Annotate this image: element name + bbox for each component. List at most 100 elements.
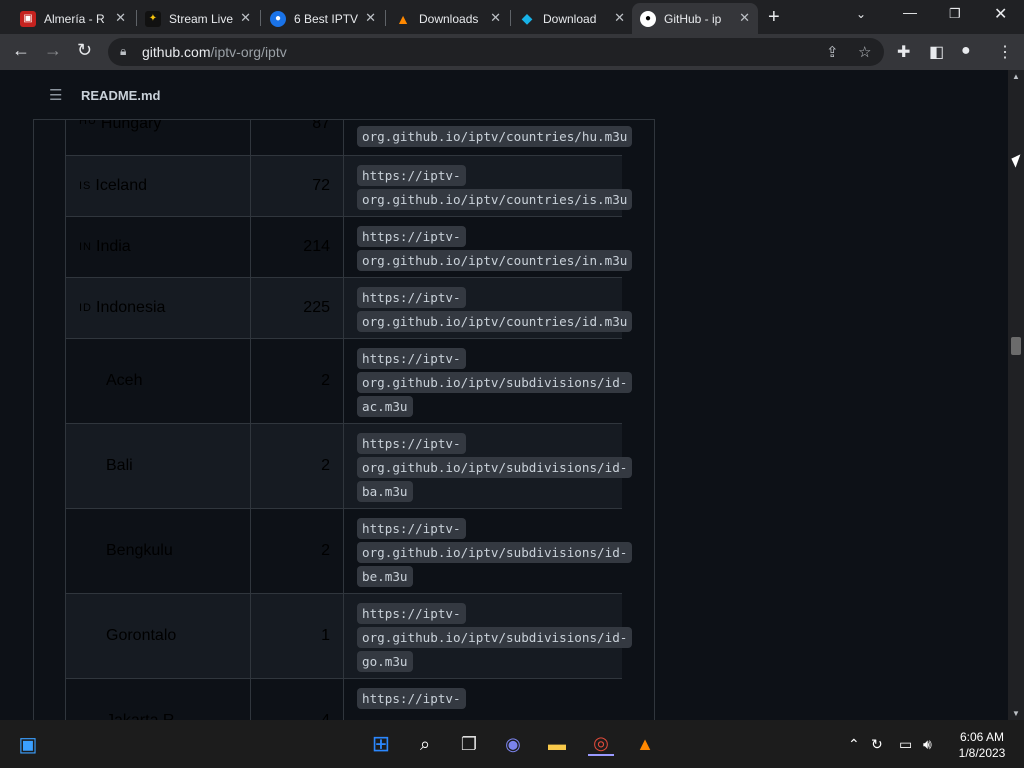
playlist-cell: https://iptv-org.github.io/iptv/countrie…: [344, 156, 633, 216]
playlist-link-part[interactable]: https://iptv-: [357, 433, 466, 454]
count-text: 225: [303, 299, 330, 316]
clock-date: 1/8/2023: [958, 746, 1006, 760]
flag-is: IS: [79, 180, 92, 192]
scroll-down-icon[interactable]: ▼: [1012, 709, 1020, 718]
tab-download-kodi[interactable]: ◆ Download ✕: [511, 3, 633, 34]
forward-icon[interactable]: →: [44, 40, 62, 61]
playlist-link-part[interactable]: https://iptv-: [357, 165, 466, 186]
playlist-link-part[interactable]: https://iptv-: [357, 518, 466, 539]
tab-github[interactable]: ● GitHub - ip ✕: [632, 3, 758, 34]
playlist-link[interactable]: org.github.io/iptv/countries/in.m3u: [357, 250, 633, 271]
bookmark-star-icon[interactable]: ☆: [858, 43, 871, 61]
github-icon: ●: [640, 10, 656, 27]
page-viewport: HU Hungary 87 org.github.io/iptv/countrie…: [0, 70, 1008, 720]
playlist-link[interactable]: org.github.io/iptv/countries/is.m3u: [357, 189, 633, 210]
close-icon[interactable]: ✕: [490, 10, 501, 26]
table-row: Gorontalo 1 https://iptv-org.github.io/i…: [65, 594, 633, 679]
subdivision-name: Bali: [106, 457, 133, 474]
country-cell: HU Hungary: [66, 115, 251, 155]
teams-chat-icon[interactable]: ◉: [500, 732, 526, 756]
side-panel-icon[interactable]: ◧: [929, 42, 944, 62]
minimize-icon[interactable]: —: [903, 4, 917, 20]
volume-icon[interactable]: 🔊︎: [923, 736, 932, 753]
windows-taskbar: ▣ ⊞ ⌕ ❐ ◉ ▬ ◎ ▲ ⌃ ↻ ▭ 🔊︎ 6:06 AM 1/8/202…: [0, 720, 1024, 768]
playlist-link-part[interactable]: org.github.io/iptv/subdivisions/id-: [357, 627, 633, 648]
globe-icon: ●: [270, 10, 286, 27]
taskbar-clock[interactable]: 6:06 AM 1/8/2023: [952, 729, 1012, 761]
close-icon[interactable]: ✕: [614, 10, 625, 26]
playlist-link[interactable]: ac.m3u: [357, 396, 413, 417]
subdivision-name: Aceh: [106, 372, 143, 389]
count-text: 2: [321, 542, 330, 559]
close-icon[interactable]: ✕: [115, 10, 126, 26]
tab-downloads[interactable]: ▲ Downloads ✕: [387, 3, 509, 34]
tab-best-iptv[interactable]: ● 6 Best IPTV ✕: [262, 3, 384, 34]
close-icon[interactable]: ✕: [365, 10, 376, 26]
table-row: IN India 214 https://iptv-org.github.io/i…: [65, 217, 633, 278]
tab-almeria[interactable]: ▣ Almería - R ✕: [12, 3, 134, 34]
table-row: IS Iceland 72 https://iptv-org.github.io/…: [65, 156, 633, 217]
address-bar[interactable]: 🔒︎ github.com/iptv-org/iptv ⇪ ☆: [108, 38, 884, 66]
playlist-cell: org.github.io/iptv/countries/hu.m3u: [344, 115, 633, 155]
close-icon[interactable]: ✕: [739, 10, 750, 26]
menu-kebab-icon[interactable]: ⋮: [997, 42, 1013, 62]
file-explorer-icon[interactable]: ▬: [544, 732, 570, 756]
scrollbar-thumb[interactable]: [1011, 337, 1021, 355]
playlist-link-part[interactable]: org.github.io/iptv/subdivisions/id-: [357, 372, 633, 393]
playlist-cell: https://iptv-org.github.io/iptv/countrie…: [344, 278, 633, 338]
count-text: 2: [321, 372, 330, 389]
start-windows-icon[interactable]: ⊞: [368, 731, 394, 756]
outline-list-icon[interactable]: ☰: [49, 86, 62, 104]
scroll-up-icon[interactable]: ▲: [1012, 72, 1020, 81]
playlist-link[interactable]: org.github.io/iptv/countries/id.m3u: [357, 311, 633, 332]
close-icon[interactable]: ✕: [240, 10, 251, 26]
playlist-link-part[interactable]: https://iptv-: [357, 348, 466, 369]
reload-icon[interactable]: ↻: [77, 40, 92, 61]
country-cell: IN India: [66, 217, 251, 277]
playlist-link-part[interactable]: https://iptv-: [357, 688, 466, 709]
playlist-link-part[interactable]: https://iptv-: [357, 287, 466, 308]
stream-icon: ✦: [145, 10, 161, 27]
playlist-link-part[interactable]: https://iptv-: [357, 226, 466, 247]
country-name: Iceland: [95, 177, 147, 194]
playlist-cell: https://iptv-org.github.io/iptv/subdivis…: [344, 594, 633, 678]
tab-search-icon[interactable]: ⌄: [856, 7, 866, 21]
chrome-icon[interactable]: ◎: [588, 732, 614, 756]
task-view-icon[interactable]: ❐: [456, 732, 482, 756]
clock-time: 6:06 AM: [959, 730, 1005, 744]
close-window-icon[interactable]: ✕: [994, 4, 1007, 24]
channel-count: 2: [251, 339, 344, 423]
new-tab-button[interactable]: +: [768, 6, 780, 29]
country-cell: IS Iceland: [66, 156, 251, 216]
playlist-link[interactable]: org.github.io/iptv/countries/hu.m3u: [357, 126, 633, 147]
tab-stream-live[interactable]: ✦ Stream Live ✕: [137, 3, 259, 34]
playlist-link[interactable]: go.m3u: [357, 651, 413, 672]
page-scrollbar[interactable]: ▲ ▼: [1008, 70, 1024, 720]
playlist-link-part[interactable]: org.github.io/iptv/subdivisions/id-: [357, 542, 633, 563]
restore-icon[interactable]: ❐: [949, 6, 961, 22]
country-cell: ID Indonesia: [66, 278, 251, 338]
vlc-icon[interactable]: ▲: [632, 732, 658, 756]
search-icon[interactable]: ⌕: [412, 732, 438, 756]
subdivision-cell: Bengkulu: [66, 509, 251, 593]
playlist-link-part[interactable]: https://iptv-: [357, 603, 466, 624]
extensions-icon[interactable]: ✚: [897, 42, 910, 62]
tab-title: GitHub - ip: [664, 11, 722, 26]
show-hidden-icons[interactable]: ⌃: [848, 736, 860, 753]
subdivision-cell: Jakarta R: [66, 679, 251, 720]
count-text: 214: [303, 238, 330, 255]
share-icon[interactable]: ⇪: [826, 43, 839, 61]
channel-count: 2: [251, 509, 344, 593]
profile-icon[interactable]: ●: [961, 42, 971, 60]
playlist-link[interactable]: be.m3u: [357, 566, 413, 587]
playlist-link-part[interactable]: org.github.io/iptv/subdivisions/id-: [357, 457, 633, 478]
playlist-cell: https://iptv-org.github.io/iptv/subdivis…: [344, 339, 633, 423]
subdivision-cell: Bali: [66, 424, 251, 508]
vlc-cone-icon: ▲: [396, 10, 410, 27]
flag-in: IN: [79, 241, 92, 253]
network-icon[interactable]: ▭: [899, 736, 912, 753]
playlist-link[interactable]: ba.m3u: [357, 481, 413, 502]
widgets-icon[interactable]: ▣: [15, 732, 41, 756]
back-icon[interactable]: ←: [12, 40, 30, 61]
sync-icon[interactable]: ↻: [871, 736, 883, 753]
